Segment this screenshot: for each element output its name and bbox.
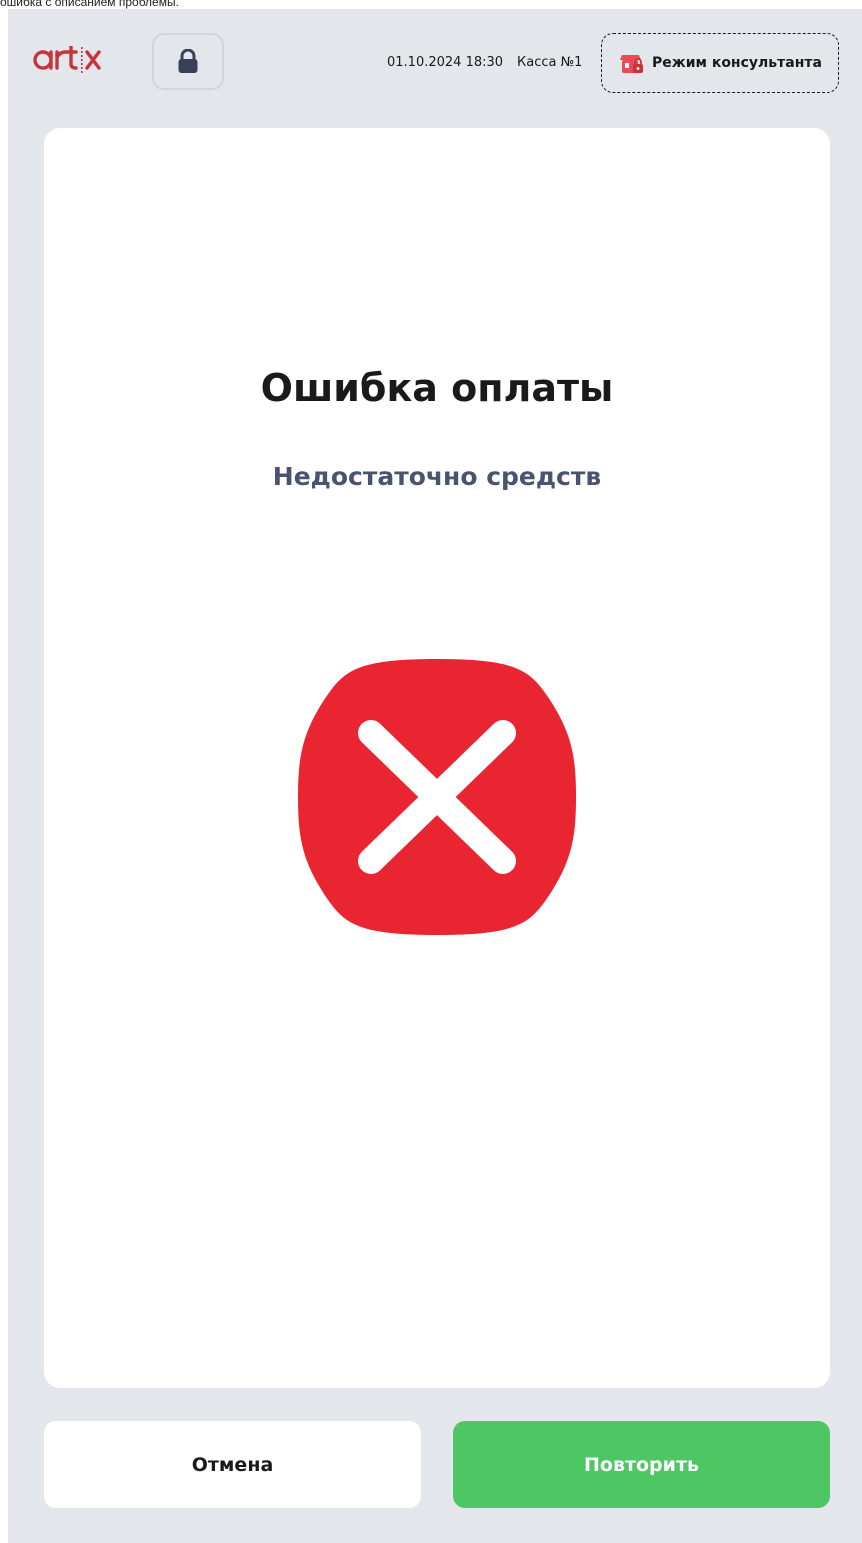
error-cross-icon (298, 659, 576, 935)
cancel-button-label: Отмена (191, 1453, 274, 1476)
artx-logo-icon (33, 33, 101, 73)
error-description: Недостаточно средств (272, 462, 602, 491)
consultant-mode-button[interactable]: Режим консультанта (601, 33, 839, 93)
cancel-button[interactable]: Отмена (44, 1421, 421, 1508)
store-lock-icon (620, 55, 643, 73)
page-title: Ошибка оплаты (260, 366, 614, 410)
artx-logo (33, 33, 103, 106)
lock-icon (178, 48, 198, 73)
retry-button-label: Повторить (584, 1453, 699, 1476)
payment-error-screen: 01.10.2024 18:30 Касса №1 Режим консульт… (8, 9, 862, 1543)
register-label: Касса №1 (517, 55, 583, 70)
lock-button[interactable] (152, 33, 224, 90)
consultant-mode-label: Режим консультанта (652, 55, 822, 71)
datetime-display: 01.10.2024 18:30 (387, 55, 504, 70)
retry-button[interactable]: Повторить (453, 1421, 830, 1508)
content-panel: Ошибка оплаты Недостаточно средств (44, 128, 830, 1388)
screenshot-caption: ошибка с описанием проблемы. (0, 0, 179, 9)
